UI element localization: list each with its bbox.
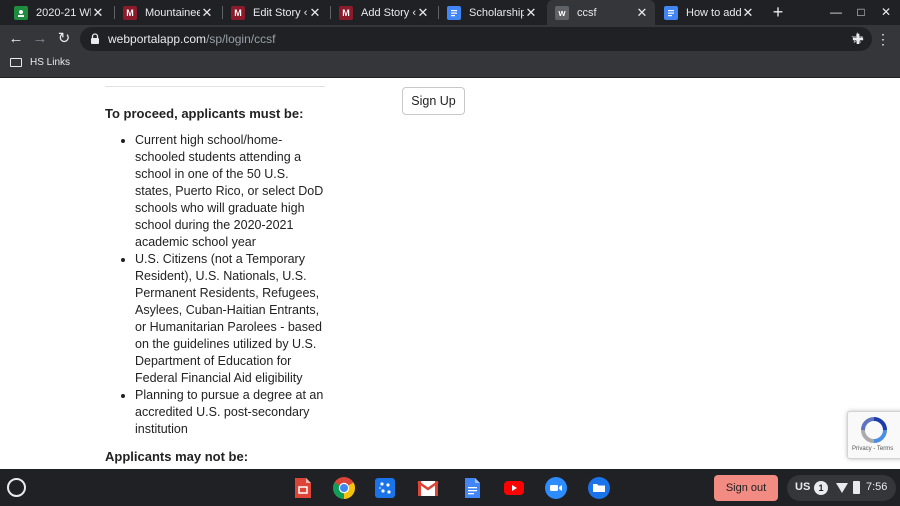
sign-out-button[interactable]: Sign out: [714, 475, 778, 501]
youtube-icon[interactable]: [502, 476, 526, 500]
bookmark-label: HS Links: [30, 57, 71, 68]
chromeos-shelf: Sign out US 1 7:56: [0, 469, 900, 506]
tab-title: Edit Story ‹ Mo: [253, 6, 308, 19]
docs-icon: [664, 5, 678, 20]
menu-kebab-icon[interactable]: ⋮: [873, 29, 893, 49]
extensions-puzzle-icon[interactable]: ✚: [848, 29, 868, 49]
mountaineer-icon: M: [231, 5, 245, 20]
sign-up-button[interactable]: Sign Up: [402, 87, 465, 115]
minimize-icon[interactable]: —: [826, 2, 846, 22]
docs-icon[interactable]: [460, 476, 484, 500]
zoom-icon[interactable]: [544, 476, 568, 500]
status-tray[interactable]: US 1 7:56: [787, 475, 896, 501]
tab-strip: 2020-21 White ✕ M Mountaineer | ✕ M Edit…: [0, 0, 900, 25]
new-tab-plus-icon[interactable]: +: [768, 2, 788, 22]
tab-title: Mountaineer |: [145, 6, 200, 19]
cut-off-heading: [105, 78, 325, 84]
tab-close-icon[interactable]: ✕: [524, 5, 538, 21]
chrome-icon[interactable]: [332, 476, 356, 500]
folder-icon: [10, 58, 22, 67]
browser-toolbar: ← → ↻ webportalapp.com/sp/login/ccsf ☆ ✚…: [0, 25, 900, 53]
tab-close-icon[interactable]: ✕: [741, 5, 755, 21]
docs-icon: [447, 5, 461, 20]
eligibility-column: To proceed, applicants must be: Current …: [105, 78, 325, 464]
files-icon[interactable]: [587, 476, 611, 500]
gmail-icon[interactable]: [416, 476, 440, 500]
url-path: /sp/login/ccsf: [206, 32, 276, 46]
tab-close-icon[interactable]: ✕: [635, 5, 649, 21]
clipboard-app-icon[interactable]: [373, 476, 397, 500]
recaptcha-links[interactable]: Privacy - Terms: [852, 446, 893, 452]
mountaineer-icon: M: [339, 5, 353, 20]
url-text: webportalapp.com/sp/login/ccsf: [108, 32, 275, 46]
tab-2[interactable]: M Edit Story ‹ Mo ✕: [223, 0, 328, 25]
clock-time: 7:56: [866, 481, 888, 493]
ime-indicator: US: [795, 481, 811, 493]
tab-title: 2020-21 White: [36, 6, 91, 19]
recaptcha-badge[interactable]: Privacy - Terms: [847, 411, 900, 459]
wifi-icon: [836, 483, 848, 493]
address-bar[interactable]: webportalapp.com/sp/login/ccsf ☆: [80, 27, 872, 51]
tab-3[interactable]: M Add Story ‹ Mo ✕: [331, 0, 436, 25]
battery-icon: [853, 481, 860, 494]
tab-close-icon[interactable]: ✕: [308, 5, 322, 21]
tab-4[interactable]: Scholarships S ✕: [439, 0, 544, 25]
tab-0[interactable]: 2020-21 White ✕: [6, 0, 111, 25]
tab-close-icon[interactable]: ✕: [91, 5, 105, 21]
tab-6[interactable]: How to add Sc ✕: [656, 0, 761, 25]
slides-icon[interactable]: [291, 476, 315, 500]
ineligible-title: Applicants may not be:: [105, 449, 249, 464]
tab-title: ccsf: [577, 6, 597, 19]
tab-1[interactable]: M Mountaineer | ✕: [115, 0, 220, 25]
back-icon[interactable]: ←: [6, 29, 26, 49]
site-icon: w: [555, 5, 569, 20]
url-host: webportalapp.com: [108, 32, 207, 46]
bookmarks-bar: HS Links: [0, 53, 900, 78]
maximize-icon[interactable]: □: [851, 2, 871, 22]
list-item: U.S. Citizens (not a Temporary Resident)…: [135, 251, 325, 387]
divider: [105, 86, 325, 87]
requirements-list: Current high school/home-schooled studen…: [105, 132, 325, 438]
notification-count-badge: 1: [814, 481, 828, 495]
tab-title: How to add Sc: [686, 6, 741, 19]
tab-close-icon[interactable]: ✕: [416, 5, 430, 21]
tab-close-icon[interactable]: ✕: [200, 5, 214, 21]
mountaineer-icon: M: [123, 5, 137, 20]
launcher-icon[interactable]: [7, 478, 26, 497]
tab-5[interactable]: w ccsf ✕: [547, 0, 655, 25]
reload-icon[interactable]: ↻: [54, 29, 74, 49]
close-window-icon[interactable]: ✕: [876, 2, 896, 22]
list-item: Planning to pursue a degree at an accred…: [135, 387, 325, 438]
recaptcha-icon: [861, 417, 887, 443]
lock-icon: [91, 33, 99, 44]
tab-title: Add Story ‹ Mo: [361, 6, 416, 19]
bookmark-folder-hs-links[interactable]: HS Links: [10, 57, 70, 68]
classroom-icon: [14, 5, 28, 20]
forward-icon[interactable]: →: [30, 29, 50, 49]
page-content: To proceed, applicants must be: Current …: [0, 78, 900, 469]
proceed-requirements-title: To proceed, applicants must be:: [105, 106, 304, 121]
tab-title: Scholarships S: [469, 6, 524, 19]
list-item: Current high school/home-schooled studen…: [135, 132, 325, 251]
